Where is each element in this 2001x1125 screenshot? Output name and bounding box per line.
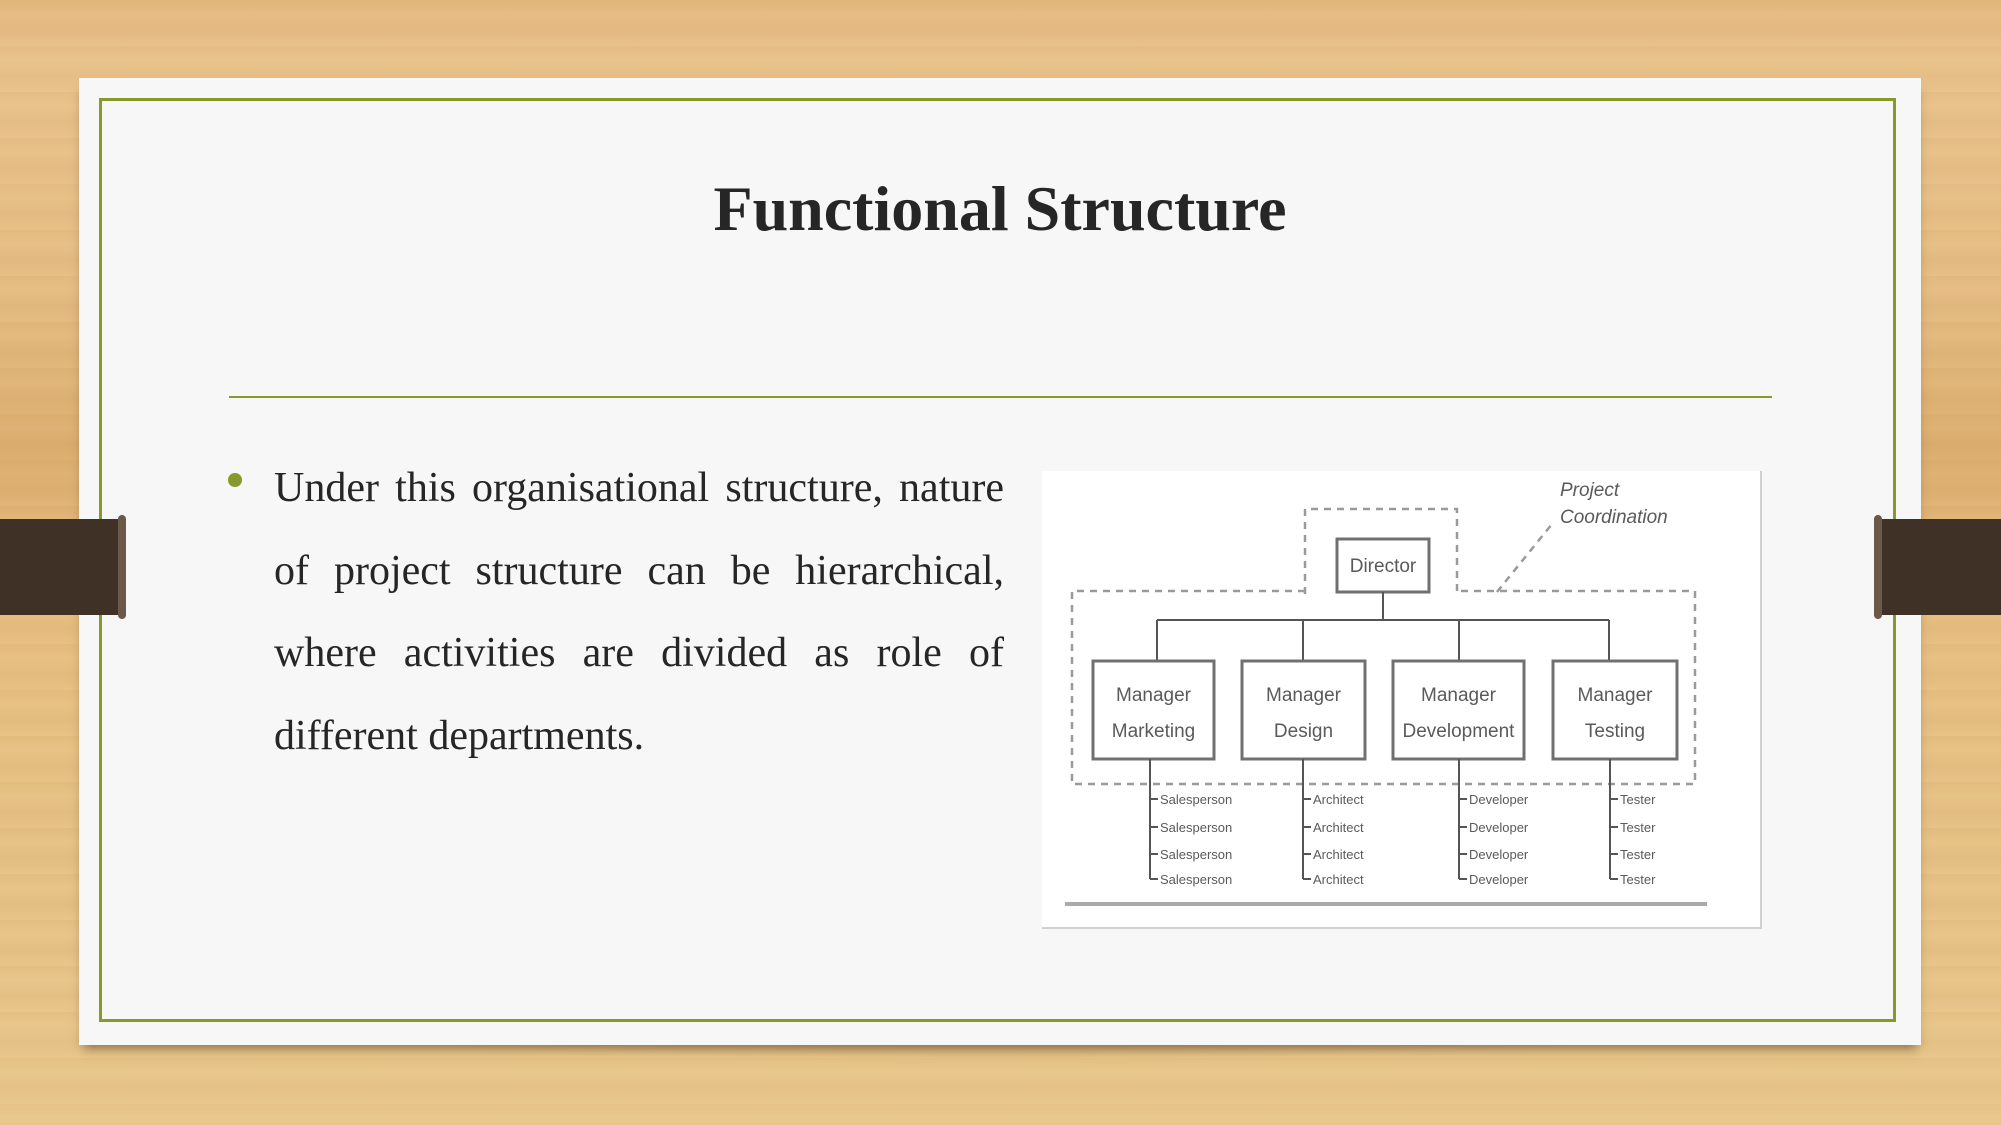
annotation-line-1: Project xyxy=(1560,480,1620,501)
manager-box xyxy=(1091,659,1216,761)
staff-item: Developer xyxy=(1469,847,1529,862)
manager-node: Manager Marketing Salesperson Salesperson Sa… xyxy=(1091,620,1232,887)
org-chart-figure: Project Coordination Director Manager Mar… xyxy=(1042,471,1762,929)
left-strap-decoration xyxy=(0,515,126,619)
manager-title: Manager xyxy=(1116,685,1192,706)
manager-title: Manager xyxy=(1421,685,1497,706)
staff-item: Salesperson xyxy=(1160,792,1232,807)
manager-department: Testing xyxy=(1585,721,1645,742)
annotation-line-2: Coordination xyxy=(1560,507,1668,528)
manager-box xyxy=(1240,659,1367,761)
staff-item: Architect xyxy=(1313,792,1364,807)
staff-item: Architect xyxy=(1313,820,1364,835)
staff-item: Developer xyxy=(1469,872,1529,887)
staff-item: Salesperson xyxy=(1160,847,1232,862)
staff-item: Tester xyxy=(1620,847,1656,862)
staff-item: Salesperson xyxy=(1160,872,1232,887)
staff-item: Tester xyxy=(1620,820,1656,835)
staff-item: Architect xyxy=(1313,872,1364,887)
manager-box xyxy=(1551,659,1679,761)
title-divider xyxy=(229,396,1772,398)
manager-title: Manager xyxy=(1266,685,1342,706)
staff-item: Tester xyxy=(1620,792,1656,807)
manager-title: Manager xyxy=(1578,685,1654,706)
bullet-icon xyxy=(228,473,242,487)
org-chart-diagram: Project Coordination Director Manager Mar… xyxy=(1065,480,1707,906)
manager-department: Marketing xyxy=(1112,721,1195,742)
staff-item: Developer xyxy=(1469,820,1529,835)
manager-department: Design xyxy=(1274,721,1333,742)
staff-item: Developer xyxy=(1469,792,1529,807)
project-coordination-pointer xyxy=(1496,523,1553,593)
staff-item: Tester xyxy=(1620,872,1656,887)
manager-node: Manager Design Architect Architect Architect… xyxy=(1240,620,1367,887)
manager-node: Manager Development Developer Developer Deve… xyxy=(1391,620,1529,887)
manager-department: Development xyxy=(1403,721,1516,742)
bullet-text: Under this organisational structure, nat… xyxy=(274,465,1004,759)
slide-title: Functional Structure xyxy=(713,173,1287,244)
right-strap-decoration xyxy=(1874,515,2001,619)
manager-node: Manager Testing Tester Tester Tester Tester xyxy=(1551,620,1679,887)
staff-item: Salesperson xyxy=(1160,820,1232,835)
manager-box xyxy=(1391,659,1526,761)
staff-item: Architect xyxy=(1313,847,1364,862)
director-label: Director xyxy=(1350,556,1417,577)
